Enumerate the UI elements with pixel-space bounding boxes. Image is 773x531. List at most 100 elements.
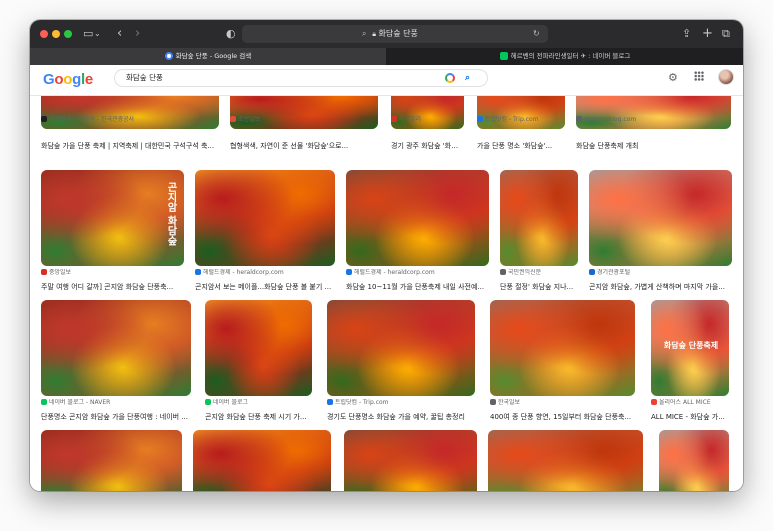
image-result-card[interactable]: 헤럴드경제 - heraldcorp.com 화담숲 10~11월 가을 단풍축제…: [346, 170, 489, 308]
source-name: 경기관광포털: [597, 269, 631, 276]
source-name: 헤럴드경제 - heraldcorp.com: [354, 269, 435, 276]
image-result-card[interactable]: 경기관광포털곤지암 화담숲, 가볍게 산책하며 마지막 가을...: [589, 170, 732, 308]
back-button[interactable]: ‹: [117, 26, 122, 42]
google-lens-icon[interactable]: [445, 73, 455, 83]
result-caption-link[interactable]: 주말 여행 어디 갈까] 곤지암 화담숲 단풍축...: [41, 282, 184, 292]
autumn-foliage-image[interactable]: [500, 170, 578, 266]
share-icon[interactable]: ⇪: [682, 26, 691, 42]
source-favicon-icon: [346, 269, 352, 275]
search-icon[interactable]: ⌕: [465, 70, 470, 86]
result-source[interactable]: 헤럴드경제 - heraldcorp.com: [195, 269, 335, 277]
result-source[interactable]: 올리어스 ALL MICE: [651, 399, 729, 407]
result-source[interactable]: 트립닷컴 - Trip.com: [327, 399, 475, 407]
image-result-card[interactable]: [659, 430, 729, 491]
result-caption-link[interactable]: 가을 단풍 명소 '화담숲'...: [477, 141, 565, 151]
autumn-foliage-image[interactable]: [195, 170, 335, 266]
google-logo[interactable]: Google: [43, 69, 93, 91]
result-source[interactable]: 중앙일보: [41, 269, 184, 277]
autumn-foliage-image[interactable]: [344, 430, 477, 491]
autumn-foliage-image[interactable]: [576, 96, 731, 129]
result-source[interactable]: dnocorpblog.com: [576, 116, 731, 124]
gear-icon[interactable]: ⚙: [668, 70, 678, 86]
result-source[interactable]: 한국일보: [490, 399, 635, 407]
image-result-card[interactable]: 국민권익신문단풍 절정' 화담숲 지나...: [500, 170, 578, 308]
autumn-foliage-image[interactable]: [346, 170, 489, 266]
logo-letter: o: [54, 71, 64, 88]
apps-grid-icon[interactable]: [694, 71, 704, 81]
autumn-foliage-image[interactable]: 화담숲 단풍축제: [651, 300, 729, 396]
image-result-card[interactable]: 한국일보 400여 종 단풍 향연, 15일부터 화담숲 단풍축...: [490, 300, 635, 438]
autumn-foliage-image[interactable]: 곤지암 화담숲: [41, 170, 184, 266]
autumn-foliage-image[interactable]: [659, 430, 729, 491]
image-result-card[interactable]: 네이버 블로그 - NAVER 단풍명소 곤지암 화담숲 가을 단풍여행 : 네이…: [41, 300, 191, 438]
close-window-button[interactable]: [40, 30, 48, 38]
new-tab-button[interactable]: +: [702, 26, 713, 42]
image-result-card[interactable]: 곤지암 화담숲중앙일보주말 여행 어디 갈까] 곤지암 화담숲 단풍축...: [41, 170, 184, 308]
image-result-card[interactable]: 화담숲 단풍축제올리어스 ALL MICE ALL MICE - 화담숲 가...: [651, 300, 729, 438]
image-result-card[interactable]: 트립닷컴 - Trip.com 경기도 단풍명소 화담숲 가을 예약, 꿀팁 총정…: [327, 300, 475, 438]
result-source[interactable]: 조선일보: [230, 116, 378, 124]
result-caption-link[interactable]: 협형색색, 자연이 준 선물 '화담숲'으로...: [230, 141, 378, 151]
avatar[interactable]: [718, 69, 734, 85]
autumn-foliage-image[interactable]: [205, 300, 312, 396]
result-caption-link[interactable]: 곤지암 화담숲 단풍 축제 시기 가...: [205, 412, 312, 422]
result-source[interactable]: 경기관광포털: [589, 269, 732, 277]
result-source[interactable]: 헤럴드경제 - heraldcorp.com: [346, 269, 489, 277]
minimize-window-button[interactable]: [52, 30, 60, 38]
image-result-card[interactable]: 네이버 블로그곤지암 화담숲 단풍 축제 시기 가...: [205, 300, 312, 438]
forward-button[interactable]: ›: [135, 26, 140, 42]
autumn-foliage-image[interactable]: [193, 430, 331, 491]
result-caption-link[interactable]: 400여 종 단풍 향연, 15일부터 화담숲 단풍축...: [490, 412, 635, 422]
image-result-card[interactable]: [344, 430, 477, 491]
sidebar-icon[interactable]: ▭: [83, 26, 93, 42]
search-input[interactable]: 화담숲 단풍 ⌕: [114, 69, 488, 87]
address-bar[interactable]: ⌕ 🔒︎ 화담숲 단풍 ↻: [242, 25, 548, 43]
result-caption-link[interactable]: 경기도 단풍명소 화담숲 가을 예약, 꿀팁 총정리: [327, 412, 475, 422]
result-source[interactable]: 이데일리: [391, 116, 464, 124]
image-result-card[interactable]: dnocorpblog.com 화담숲 단풍축제 개최: [576, 96, 731, 171]
image-result-card[interactable]: 조선일보협형색색, 자연이 준 선물 '화담숲'으로...: [230, 96, 378, 171]
image-result-card[interactable]: 대한민국 구석구석 - 한국관광공사화담숲 가을 단풍 축제 | 지역축제 | …: [41, 96, 219, 171]
autumn-foliage-image[interactable]: [41, 300, 191, 396]
result-caption-link[interactable]: 곤지암서 보는 메이플...화담숲 단풍 볼 붙기 ...: [195, 282, 335, 292]
image-result-card[interactable]: [193, 430, 331, 491]
source-favicon-icon: [589, 269, 595, 275]
tab-naver-blog[interactable]: 헤르벤의 전파라인생일터 ✈ : 네이버 블로그: [387, 48, 743, 65]
autumn-foliage-image[interactable]: [391, 96, 464, 129]
chevron-down-icon[interactable]: ⌄: [94, 26, 101, 42]
result-source[interactable]: 대한민국 구석구석 - 한국관광공사: [41, 116, 219, 124]
result-caption-link[interactable]: 화담숲 10~11월 가을 단풍축제 내일 사전예...: [346, 282, 489, 292]
result-caption-link[interactable]: 단풍명소 곤지암 화담숲 가을 단풍여행 : 네이버 ...: [41, 412, 191, 422]
reload-icon[interactable]: ↻: [533, 25, 540, 43]
source-name: 올리어스 ALL MICE: [659, 399, 711, 406]
autumn-foliage-image[interactable]: [589, 170, 732, 266]
autumn-foliage-image[interactable]: [490, 300, 635, 396]
image-result-card[interactable]: 헤럴드경제 - heraldcorp.com 곤지암서 보는 메이플...화담숲 …: [195, 170, 335, 308]
image-result-card[interactable]: [41, 430, 182, 491]
tab-overview-icon[interactable]: ⧉: [722, 26, 730, 42]
image-result-card[interactable]: [488, 430, 643, 491]
zoom-window-button[interactable]: [64, 30, 72, 38]
result-source[interactable]: 트립닷컴 - Trip.com: [477, 116, 565, 124]
tab-title: 화담숲 단풍 - Google 검색: [175, 52, 252, 60]
result-source[interactable]: 네이버 블로그: [205, 399, 312, 407]
autumn-foliage-image[interactable]: [41, 430, 182, 491]
autumn-foliage-image[interactable]: [327, 300, 475, 396]
image-result-card[interactable]: 트립닷컴 - Trip.com 가을 단풍 명소 '화담숲'...: [477, 96, 565, 171]
autumn-foliage-image[interactable]: [488, 430, 643, 491]
result-source[interactable]: 네이버 블로그 - NAVER: [41, 399, 191, 407]
privacy-shield-icon[interactable]: ◐: [226, 26, 236, 42]
tab-google-search[interactable]: 화담숲 단풍 - Google 검색: [30, 48, 386, 65]
result-caption-link[interactable]: 곤지암 화담숲, 가볍게 산책하며 마지막 가을...: [589, 282, 732, 292]
image-result-card[interactable]: 이데일리경기 광주 화담숲 '화담...: [391, 96, 464, 171]
autumn-foliage-image[interactable]: [41, 96, 219, 129]
result-caption-link[interactable]: 화담숲 가을 단풍 축제 | 지역축제 | 대한민국 구석구석 축...: [41, 141, 219, 151]
source-name: 중앙일보: [49, 269, 72, 276]
result-caption-link[interactable]: 경기 광주 화담숲 '화담...: [391, 141, 464, 151]
result-caption-link[interactable]: ALL MICE - 화담숲 가...: [651, 412, 729, 422]
autumn-foliage-image[interactable]: [230, 96, 378, 129]
result-caption-link[interactable]: 화담숲 단풍축제 개최: [576, 141, 731, 151]
result-caption-link[interactable]: 단풍 절정' 화담숲 지나...: [500, 282, 578, 292]
autumn-foliage-image[interactable]: [477, 96, 565, 129]
result-source[interactable]: 국민권익신문: [500, 269, 578, 277]
